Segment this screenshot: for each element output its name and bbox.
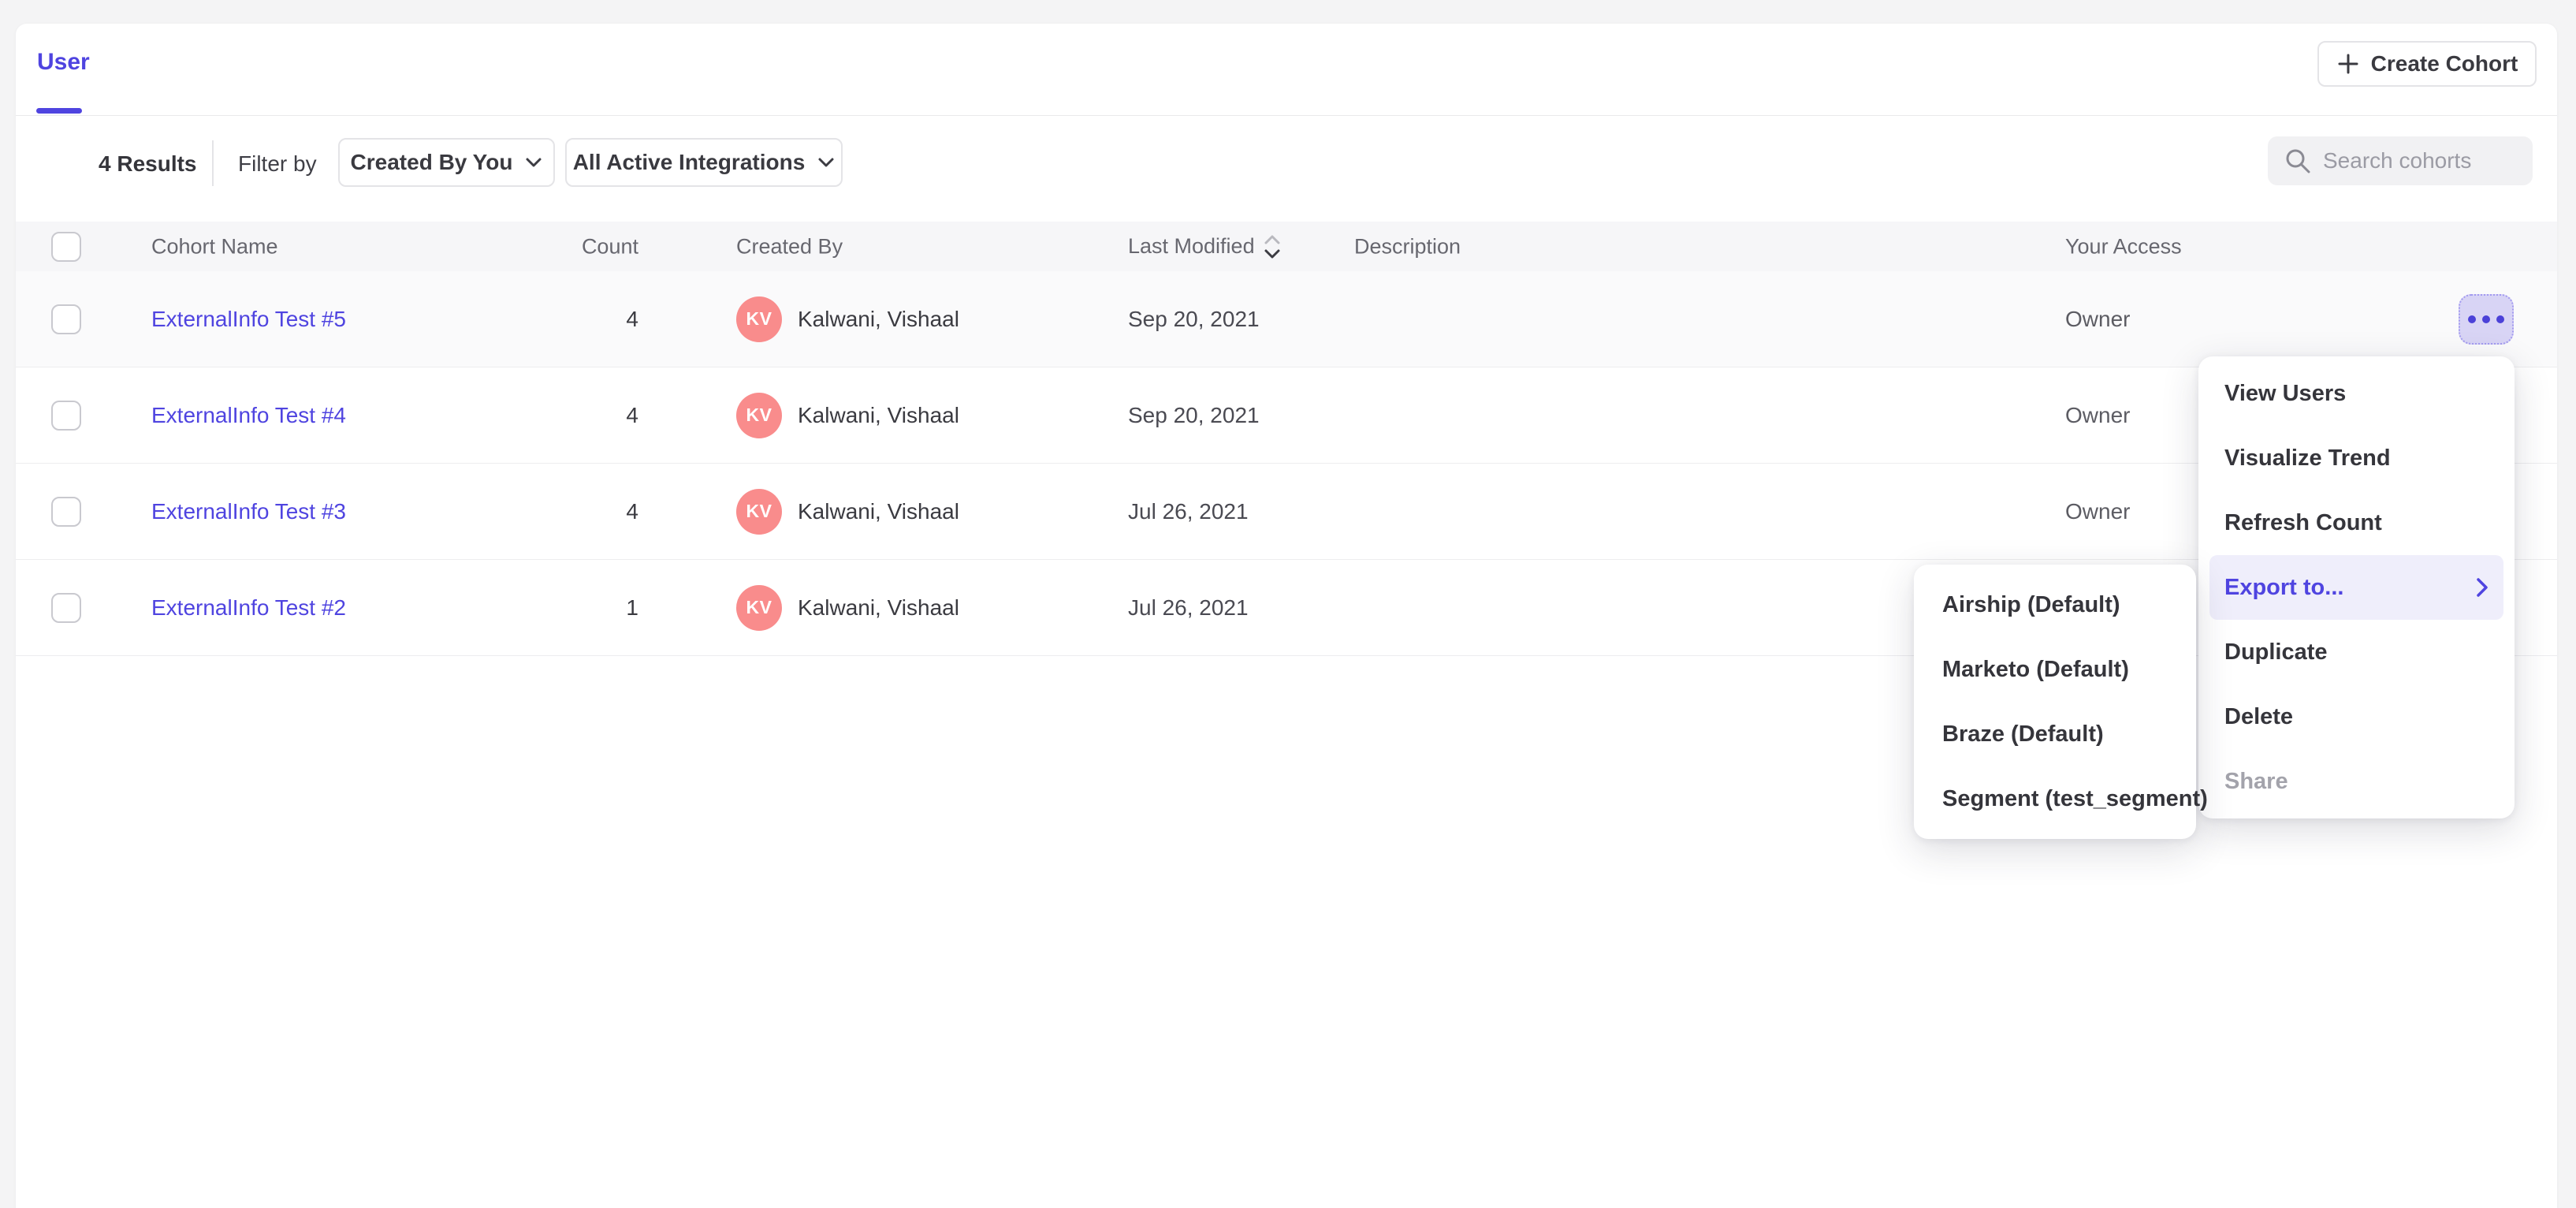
search-cohorts-box <box>2268 136 2533 185</box>
column-created-by: Created By <box>736 234 843 259</box>
cohort-count: 1 <box>457 595 638 621</box>
create-cohort-button[interactable]: Create Cohort <box>2317 41 2537 87</box>
filter-integrations-label: All Active Integrations <box>573 150 806 175</box>
submenu-item-airship[interactable]: Airship (Default) <box>1914 572 2196 637</box>
access-cell: Owner <box>2065 403 2130 428</box>
table-row: ExternalInfo Test #5 4 KV Kalwani, Visha… <box>16 271 2557 367</box>
cohort-name-link[interactable]: ExternalInfo Test #5 <box>151 307 346 332</box>
cohort-count: 4 <box>457 403 638 428</box>
cohort-count: 4 <box>457 499 638 524</box>
menu-item-share: Share <box>2198 749 2515 814</box>
search-input[interactable] <box>2323 148 2517 173</box>
row-actions-button[interactable] <box>2459 294 2514 345</box>
results-count: 4 Results <box>99 151 197 177</box>
export-submenu: Airship (Default) Marketo (Default) Braz… <box>1914 565 2196 839</box>
column-your-access: Your Access <box>2065 234 2182 259</box>
submenu-item-marketo[interactable]: Marketo (Default) <box>1914 637 2196 702</box>
ellipsis-icon <box>2468 315 2476 323</box>
last-modified-date: Sep 20, 2021 <box>1128 307 1260 332</box>
submenu-item-segment[interactable]: Segment (test_segment) <box>1914 766 2196 831</box>
access-cell: Owner <box>2065 307 2130 332</box>
tab-user[interactable]: User <box>37 49 90 76</box>
menu-item-view-users[interactable]: View Users <box>2198 361 2515 426</box>
filter-created-by-label: Created By You <box>351 150 513 175</box>
menu-item-duplicate[interactable]: Duplicate <box>2198 620 2515 684</box>
cohort-name-link[interactable]: ExternalInfo Test #3 <box>151 499 346 524</box>
avatar: KV <box>736 296 782 342</box>
cohort-count: 4 <box>457 307 638 332</box>
row-checkbox[interactable] <box>51 304 81 334</box>
avatar: KV <box>736 585 782 631</box>
filter-created-by-dropdown[interactable]: Created By You <box>338 138 555 187</box>
cohort-name-link[interactable]: ExternalInfo Test #2 <box>151 595 346 621</box>
plus-icon <box>2336 52 2360 76</box>
row-checkbox[interactable] <box>51 401 81 431</box>
avatar: KV <box>736 489 782 535</box>
sort-arrows-icon <box>1263 233 1282 260</box>
search-icon <box>2284 147 2312 175</box>
avatar: KV <box>736 393 782 438</box>
column-description: Description <box>1354 234 1461 259</box>
creator-name: Kalwani, Vishaal <box>798 307 959 332</box>
column-count: Count <box>457 234 638 259</box>
table-header-row: Cohort Name Count Created By Last Modifi… <box>16 222 2557 271</box>
select-all-checkbox[interactable] <box>51 232 81 262</box>
table-row: ExternalInfo Test #4 4 KV Kalwani, Visha… <box>16 367 2557 464</box>
toolbar-divider <box>212 140 214 186</box>
menu-item-refresh-count[interactable]: Refresh Count <box>2198 490 2515 555</box>
chevron-down-icon <box>817 157 835 168</box>
creator-name: Kalwani, Vishaal <box>798 499 959 524</box>
column-last-modified[interactable]: Last Modified <box>1128 233 1282 260</box>
table-row: ExternalInfo Test #3 4 KV Kalwani, Visha… <box>16 464 2557 560</box>
filter-integrations-dropdown[interactable]: All Active Integrations <box>565 138 843 187</box>
creator-name: Kalwani, Vishaal <box>798 595 959 621</box>
last-modified-date: Sep 20, 2021 <box>1128 403 1260 428</box>
create-cohort-label: Create Cohort <box>2371 51 2518 76</box>
cohort-name-link[interactable]: ExternalInfo Test #4 <box>151 403 346 428</box>
submenu-item-braze[interactable]: Braze (Default) <box>1914 702 2196 766</box>
menu-item-visualize-trend[interactable]: Visualize Trend <box>2198 426 2515 490</box>
chevron-right-icon <box>2476 577 2489 598</box>
last-modified-date: Jul 26, 2021 <box>1128 595 1249 621</box>
creator-name: Kalwani, Vishaal <box>798 403 959 428</box>
menu-item-export-to[interactable]: Export to... <box>2209 555 2503 620</box>
access-cell: Owner <box>2065 499 2130 524</box>
filter-by-label: Filter by <box>238 151 317 177</box>
tabbar-divider <box>16 115 2557 116</box>
row-checkbox[interactable] <box>51 593 81 623</box>
column-cohort-name: Cohort Name <box>151 234 278 259</box>
tab-active-underline <box>36 108 82 114</box>
row-actions-menu: View Users Visualize Trend Refresh Count… <box>2198 356 2515 818</box>
last-modified-date: Jul 26, 2021 <box>1128 499 1249 524</box>
menu-item-delete[interactable]: Delete <box>2198 684 2515 749</box>
chevron-down-icon <box>525 157 542 168</box>
row-checkbox[interactable] <box>51 497 81 527</box>
